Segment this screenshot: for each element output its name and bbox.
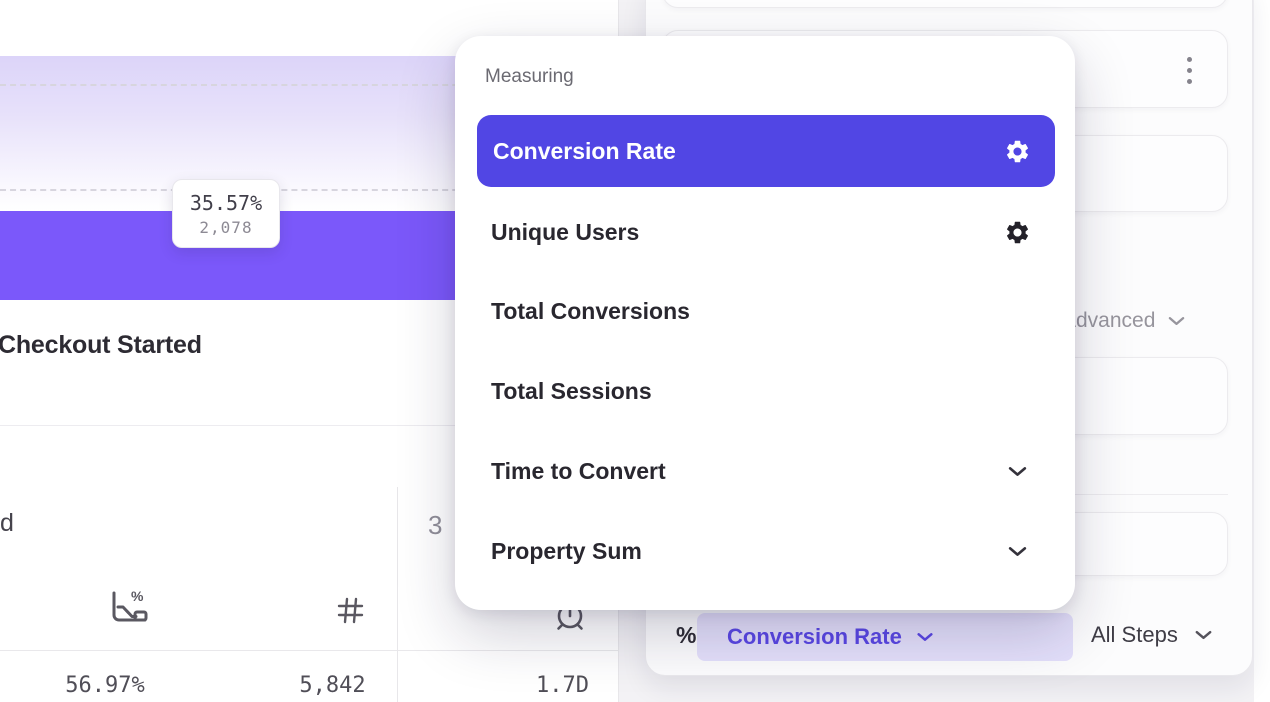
menu-item-time-to-convert[interactable]: Time to Convert [477,435,1055,507]
chevron-down-icon [1167,315,1186,327]
tooltip-count: 2,078 [199,218,252,237]
conversion-rate-icon: % [104,587,150,629]
divider [0,650,619,651]
measuring-dropdown: Measuring Conversion Rate Unique Users T… [455,36,1075,610]
advanced-toggle[interactable]: Advanced [1062,309,1186,333]
menu-item-conversion-rate[interactable]: Conversion Rate [477,115,1055,187]
bar-tooltip: 35.57% 2,078 [172,179,280,248]
funnel-step-label: Checkout Started [0,331,202,360]
steps-selector-label: All Steps [1091,622,1178,648]
page-edge [1254,0,1270,702]
table-value-count: 5,842 [270,669,395,702]
table-step-number: 3 [428,510,442,541]
chevron-down-icon [1003,457,1031,485]
gear-icon[interactable] [1003,218,1031,246]
menu-item-total-conversions[interactable]: Total Conversions [477,275,1055,347]
measurement-selector-button[interactable]: Conversion Rate [697,613,1073,661]
menu-item-label: Total Conversions [491,298,690,325]
percent-symbol: % [676,622,696,649]
menu-item-property-sum[interactable]: Property Sum [477,515,1055,587]
gear-icon[interactable] [1003,137,1031,165]
measurement-selector-label: Conversion Rate [727,624,902,650]
menu-item-label: Unique Users [491,219,639,246]
chevron-down-icon [1194,629,1213,641]
menu-item-label: Total Sessions [491,378,652,405]
chevron-down-icon [916,631,934,643]
screen: 35.57% 2,078 Checkout Started d 3 % [0,0,1270,702]
column-divider [397,487,398,702]
menu-item-total-sessions[interactable]: Total Sessions [477,355,1055,427]
builder-row-card [662,0,1228,8]
advanced-label: Advanced [1062,309,1155,333]
chevron-down-icon [1003,537,1031,565]
menu-item-label: Time to Convert [491,458,666,485]
more-vertical-icon[interactable] [1176,52,1202,88]
steps-selector-button[interactable]: All Steps [1091,622,1213,648]
svg-text:%: % [131,588,144,604]
menu-item-label: Conversion Rate [493,138,676,165]
menu-item-unique-users[interactable]: Unique Users [477,196,1055,268]
table-value-conversion-rate: 56.97% [40,669,170,702]
dropdown-title: Measuring [485,66,574,88]
tooltip-rate: 35.57% [190,191,262,215]
menu-item-label: Property Sum [491,538,642,565]
count-icon [337,597,364,624]
table-header-truncated: d [0,509,14,538]
table-value-time: 1.7D [500,669,625,702]
